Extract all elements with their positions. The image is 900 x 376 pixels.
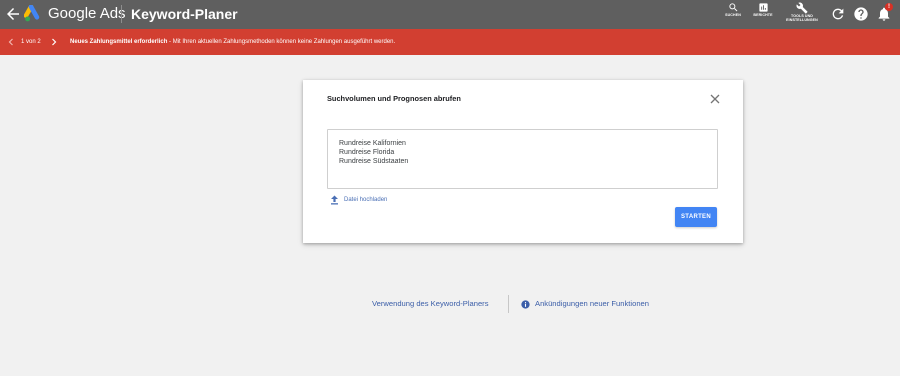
refresh-icon[interactable] [830, 6, 846, 22]
close-icon[interactable] [708, 92, 722, 106]
reports-tool-label: BERICHTE [753, 13, 773, 17]
search-tool-label: SUCHEN [725, 13, 741, 17]
banner-pager: 1 von 2 [21, 39, 41, 45]
dialog-title: Suchvolumen und Prognosen abrufen [327, 94, 461, 103]
top-app-bar: Google Ads Keyword-Planer SUCHEN BERICHT… [0, 0, 900, 29]
reports-tool-button[interactable]: BERICHTE [746, 2, 780, 17]
keywords-textarea[interactable]: Rundreise Kalifornien Rundreise Florida … [327, 129, 718, 189]
reports-icon [758, 3, 768, 12]
notification-badge: ! [885, 3, 893, 11]
keyword-line: Rundreise Kalifornien [339, 140, 406, 147]
new-features-label: Ankündigungen neuer Funktionen [535, 299, 649, 308]
tools-settings-label: TOOLS UND EINSTELLUNGEN [786, 14, 818, 23]
title-divider [121, 5, 122, 23]
upload-file-label: Datei hochladen [344, 197, 388, 203]
keyword-line: Rundreise Südstaaten [339, 158, 409, 165]
search-tool-button[interactable]: SUCHEN [716, 2, 750, 17]
new-features-link[interactable]: Ankündigungen neuer Funktionen [521, 298, 649, 310]
chevron-left-icon[interactable] [8, 38, 14, 46]
page-title: Keyword-Planer [131, 6, 238, 22]
banner-text: - Mit Ihren aktuellen Zahlungsmethoden k… [167, 39, 396, 45]
help-icon[interactable] [853, 6, 869, 22]
brand-name: Google Ads [48, 5, 126, 22]
banner-title: Neues Zahlungsmittel erforderlich [70, 39, 168, 45]
forecast-dialog: Suchvolumen und Prognosen abrufen Rundre… [303, 80, 743, 243]
banner-message: Neues Zahlungsmittel erforderlich - Mit … [70, 29, 395, 55]
search-icon [728, 3, 737, 12]
info-icon [521, 299, 530, 309]
footer-divider [508, 295, 509, 313]
payment-alert-banner: 1 von 2 Neues Zahlungsmittel erforderlic… [0, 29, 900, 55]
start-button[interactable]: STARTEN [675, 207, 717, 227]
google-ads-logo-icon [24, 5, 40, 22]
upload-file-link[interactable]: Datei hochladen [330, 194, 387, 206]
upload-icon [331, 195, 338, 205]
keyword-planner-usage-link[interactable]: Verwendung des Keyword-Planers [372, 298, 489, 310]
chevron-right-icon[interactable] [51, 38, 57, 46]
keyword-line: Rundreise Florida [339, 149, 395, 156]
wrench-icon [796, 2, 808, 14]
back-arrow-icon[interactable] [4, 5, 22, 23]
tools-settings-button[interactable]: TOOLS UND EINSTELLUNGEN [785, 2, 819, 23]
